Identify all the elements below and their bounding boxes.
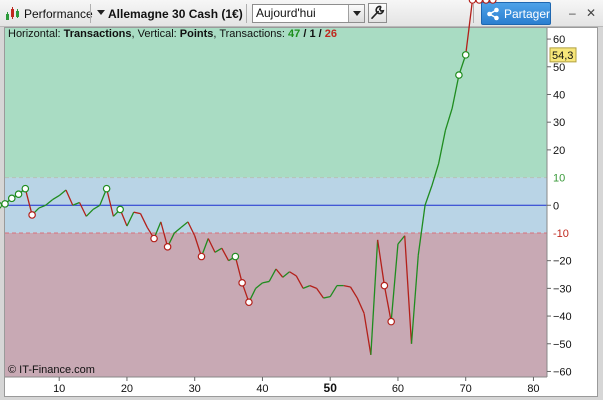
- performance-chart[interactable]: 60 50 40 30 20 0 −20 −30 −40 −50 −60 10 -10 10 20 30 40 5…: [0, 0, 603, 400]
- equity-point: [245, 298, 253, 307]
- last-value-label: 54,3: [552, 50, 573, 62]
- equity-point: [163, 243, 172, 251]
- upper-band-label: 10: [553, 173, 565, 185]
- equity-point: [380, 281, 389, 290]
- y-tick-label: 50: [553, 62, 565, 74]
- y-tick-label: −30: [553, 283, 572, 295]
- y-tick-label: 0: [553, 200, 559, 212]
- equity-point: [14, 190, 23, 198]
- x-tick-label: 10: [53, 383, 65, 395]
- horizontal-prefix: Horizontal:: [8, 28, 64, 40]
- equity-point: [231, 252, 240, 261]
- y-tick-label: 60: [553, 34, 565, 46]
- equity-point: [482, 0, 490, 4]
- lower-band-label: -10: [553, 228, 569, 240]
- x-tick-label: 40: [256, 383, 268, 395]
- wins-count: 47: [288, 28, 301, 40]
- equity-point: [0, 201, 3, 209]
- equity-point: [461, 51, 470, 59]
- vertical-prefix: , Vertical:: [131, 28, 180, 40]
- x-tick-label: 60: [392, 383, 404, 395]
- y-tick-label: 40: [553, 89, 565, 101]
- equity-point: [116, 205, 124, 214]
- y-tick-label: −60: [553, 366, 572, 378]
- x-tick-label: 20: [121, 383, 133, 395]
- equity-point: [455, 71, 463, 79]
- equity-point: [28, 211, 36, 219]
- equity-point: [21, 184, 30, 193]
- equity-point: [1, 200, 9, 208]
- equity-point: [238, 279, 246, 287]
- x-tick-label: 70: [460, 383, 472, 395]
- y-tick-label: −40: [553, 311, 572, 323]
- y-tick-label: −20: [553, 256, 572, 268]
- copyright-credit: © IT-Finance.com: [8, 364, 95, 376]
- y-tick-label: 30: [553, 117, 565, 129]
- chart-header: Horizontal: Transactions, Vertical: Poin…: [8, 28, 337, 40]
- transactions-prefix: , Transactions:: [213, 28, 289, 40]
- losses-count: 26: [324, 28, 337, 40]
- x-tick-label: 50: [324, 381, 338, 395]
- equity-point: [489, 0, 497, 4]
- y-tick-label: 20: [553, 145, 565, 157]
- equity-point: [197, 252, 206, 261]
- x-tick-label: 80: [527, 383, 539, 395]
- equity-point: [475, 0, 484, 4]
- x-tick-label: 30: [189, 383, 201, 395]
- equity-point: [7, 194, 16, 203]
- equity-point: [387, 317, 395, 326]
- slash-2: /: [315, 28, 325, 40]
- y-tick-label: −50: [553, 339, 572, 351]
- vertical-value: Points: [179, 28, 214, 40]
- equity-point: [150, 234, 158, 243]
- equity-point: [102, 184, 111, 193]
- equity-point: [468, 0, 477, 4]
- horizontal-value: Transactions: [63, 28, 132, 40]
- loss-zone: [5, 232, 547, 377]
